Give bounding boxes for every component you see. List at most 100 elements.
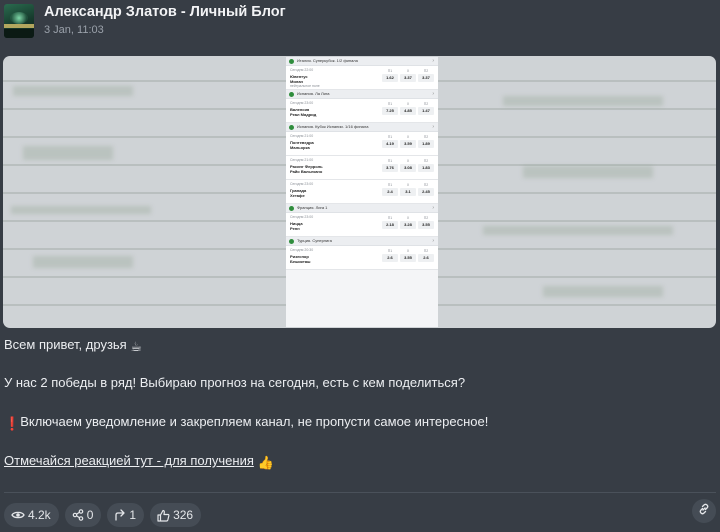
avatar-glow — [10, 12, 28, 24]
chevron-right-icon: › — [432, 124, 434, 130]
odds-value: 2.4 — [382, 188, 398, 196]
odds-header: П2 — [423, 102, 429, 106]
shares-count: 0 — [86, 508, 94, 522]
match-row: Сегодня 23:00 Валенсия Реал Мадрид П1 Х П2 7.2… — [286, 99, 438, 123]
post-image[interactable]: Италия. Суперкубок. 1/2 финала › Сегодня 2… — [3, 56, 716, 328]
odds-value: 3.55 — [418, 221, 434, 229]
league-header: Италия. Суперкубок. 1/2 финала › — [286, 57, 438, 66]
odds-header: П1 — [387, 249, 393, 253]
odds-header: Х — [406, 216, 410, 220]
post-line-wins: У нас 2 победы в ряд! Выбираю прогноз на… — [4, 375, 466, 390]
odds-header: Х — [406, 69, 410, 73]
post-date: 3 Jan, 11:03 — [44, 24, 104, 36]
odds-group: 2.18 3.28 3.55 — [382, 221, 434, 229]
odds-header: П1 — [387, 135, 393, 139]
like-reaction-button[interactable]: 326 — [150, 503, 202, 527]
match-time: Сегодня 21:00 — [290, 134, 314, 138]
forward-button[interactable]: 1 — [107, 503, 145, 527]
odds-header: П2 — [423, 69, 429, 73]
league-header: Испания. Кубок Испании. 1/16 финала › — [286, 123, 438, 132]
odds-header: Х — [406, 102, 410, 106]
forwards-count: 1 — [129, 508, 137, 522]
copy-link-button[interactable] — [692, 499, 716, 523]
league-name: Испания. Ла Лига — [297, 91, 330, 96]
match-row: Сегодня 22:00 Ювентус Милан нейтральное пол… — [286, 66, 438, 90]
odds-header: П1 — [387, 159, 393, 163]
match-row: Сегодня 23:00 Ницца Ренн П1 Х П2 2.18 3.28 3.55 — [286, 213, 438, 237]
chevron-right-icon: › — [432, 91, 434, 97]
league-name: Италия. Суперкубок. 1/2 финала — [297, 58, 358, 63]
team-away: Хетафе — [290, 193, 305, 198]
odds-value: 4.19 — [382, 140, 398, 148]
footer-divider — [4, 492, 716, 493]
odds-header: П2 — [423, 183, 429, 187]
league-header: Турция. Суперлига › — [286, 237, 438, 246]
betting-screenshot: Италия. Суперкубок. 1/2 финала › Сегодня 2… — [286, 57, 438, 327]
share-icon — [72, 509, 84, 521]
odds-value: 3.1 — [400, 188, 416, 196]
match-note: нейтральное поле — [290, 84, 320, 88]
odds-value: 1.62 — [382, 74, 398, 82]
odds-headers: П1 Х П2 — [382, 135, 434, 139]
league-header: Испания. Ла Лига › — [286, 90, 438, 99]
odds-group: 2.4 3.1 2.45 — [382, 188, 434, 196]
odds-header: П1 — [387, 183, 393, 187]
odds-header: П2 — [423, 249, 429, 253]
match-row: Сегодня 23:00 Гранада Хетафе П1 Х П2 2.4 3.1 2.4… — [286, 180, 438, 204]
team-away: Ренн — [290, 226, 300, 231]
odds-value: 3.28 — [400, 221, 416, 229]
avatar-ground — [4, 29, 34, 38]
post-header: Александр Златов - Личный Блог 3 Jan, 11… — [0, 0, 720, 46]
odds-value: 3.55 — [400, 254, 416, 262]
match-time: Сегодня 23:00 — [290, 101, 314, 105]
link-icon — [698, 502, 710, 520]
odds-value: 1.83 — [418, 164, 434, 172]
forward-icon — [114, 509, 126, 521]
odds-headers: П1 Х П2 — [382, 159, 434, 163]
odds-header: Х — [406, 159, 410, 163]
odds-header: Х — [406, 183, 410, 187]
odds-value: 7.25 — [382, 107, 398, 115]
post-line-greeting: Всем привет, друзья ☕ — [4, 337, 142, 355]
chevron-right-icon: › — [432, 205, 434, 211]
odds-header: Х — [406, 249, 410, 253]
match-time: Сегодня 21:00 — [290, 158, 314, 162]
match-time: Сегодня 23:00 — [290, 182, 314, 186]
odds-value: 2.6 — [418, 254, 434, 262]
exclamation-emoji: ❗ — [4, 416, 21, 431]
match-time: Сегодня 23:00 — [290, 215, 314, 219]
league-name: Турция. Суперлига — [297, 238, 332, 243]
team-away: Бешикташ — [290, 259, 311, 264]
notify-text: Включаем уведомление и закрепляем канал,… — [20, 414, 489, 429]
coffee-emoji: ☕ — [130, 339, 143, 354]
odds-header: П2 — [423, 159, 429, 163]
league-icon — [289, 92, 294, 97]
odds-group: 3.76 3.08 1.83 — [382, 164, 434, 172]
odds-header: П1 — [387, 69, 393, 73]
share-button[interactable]: 0 — [64, 503, 102, 527]
team-away: Мальорка — [290, 145, 310, 150]
odds-group: 1.62 3.37 3.37 — [382, 74, 434, 82]
odds-group: 2.6 3.55 2.6 — [382, 254, 434, 262]
odds-headers: П1 Х П2 — [382, 69, 434, 73]
post-line-notify: ❗Включаем уведомление и закрепляем канал… — [4, 414, 488, 432]
channel-title[interactable]: Александр Златов - Личный Блог — [44, 4, 286, 20]
odds-value: 3.37 — [418, 74, 434, 82]
odds-value: 3.59 — [400, 140, 416, 148]
league-name: Франция. Лига 1 — [297, 205, 328, 210]
odds-header: П1 — [387, 216, 393, 220]
odds-value: 1.47 — [418, 107, 434, 115]
chevron-right-icon: › — [432, 238, 434, 244]
league-icon — [289, 239, 294, 244]
eye-icon — [11, 510, 25, 520]
odds-value: 3.76 — [382, 164, 398, 172]
odds-value: 2.6 — [382, 254, 398, 262]
odds-value: 2.45 — [418, 188, 434, 196]
reaction-link[interactable]: Отмечайся реакцией тут - для получения — [4, 453, 254, 468]
channel-avatar[interactable] — [4, 4, 34, 38]
greeting-text: Всем привет, друзья — [4, 337, 127, 352]
odds-group: 7.25 4.85 1.47 — [382, 107, 434, 115]
league-name: Испания. Кубок Испании. 1/16 финала — [297, 124, 369, 129]
odds-value: 1.89 — [418, 140, 434, 148]
views-count: 4.2k — [28, 508, 51, 522]
